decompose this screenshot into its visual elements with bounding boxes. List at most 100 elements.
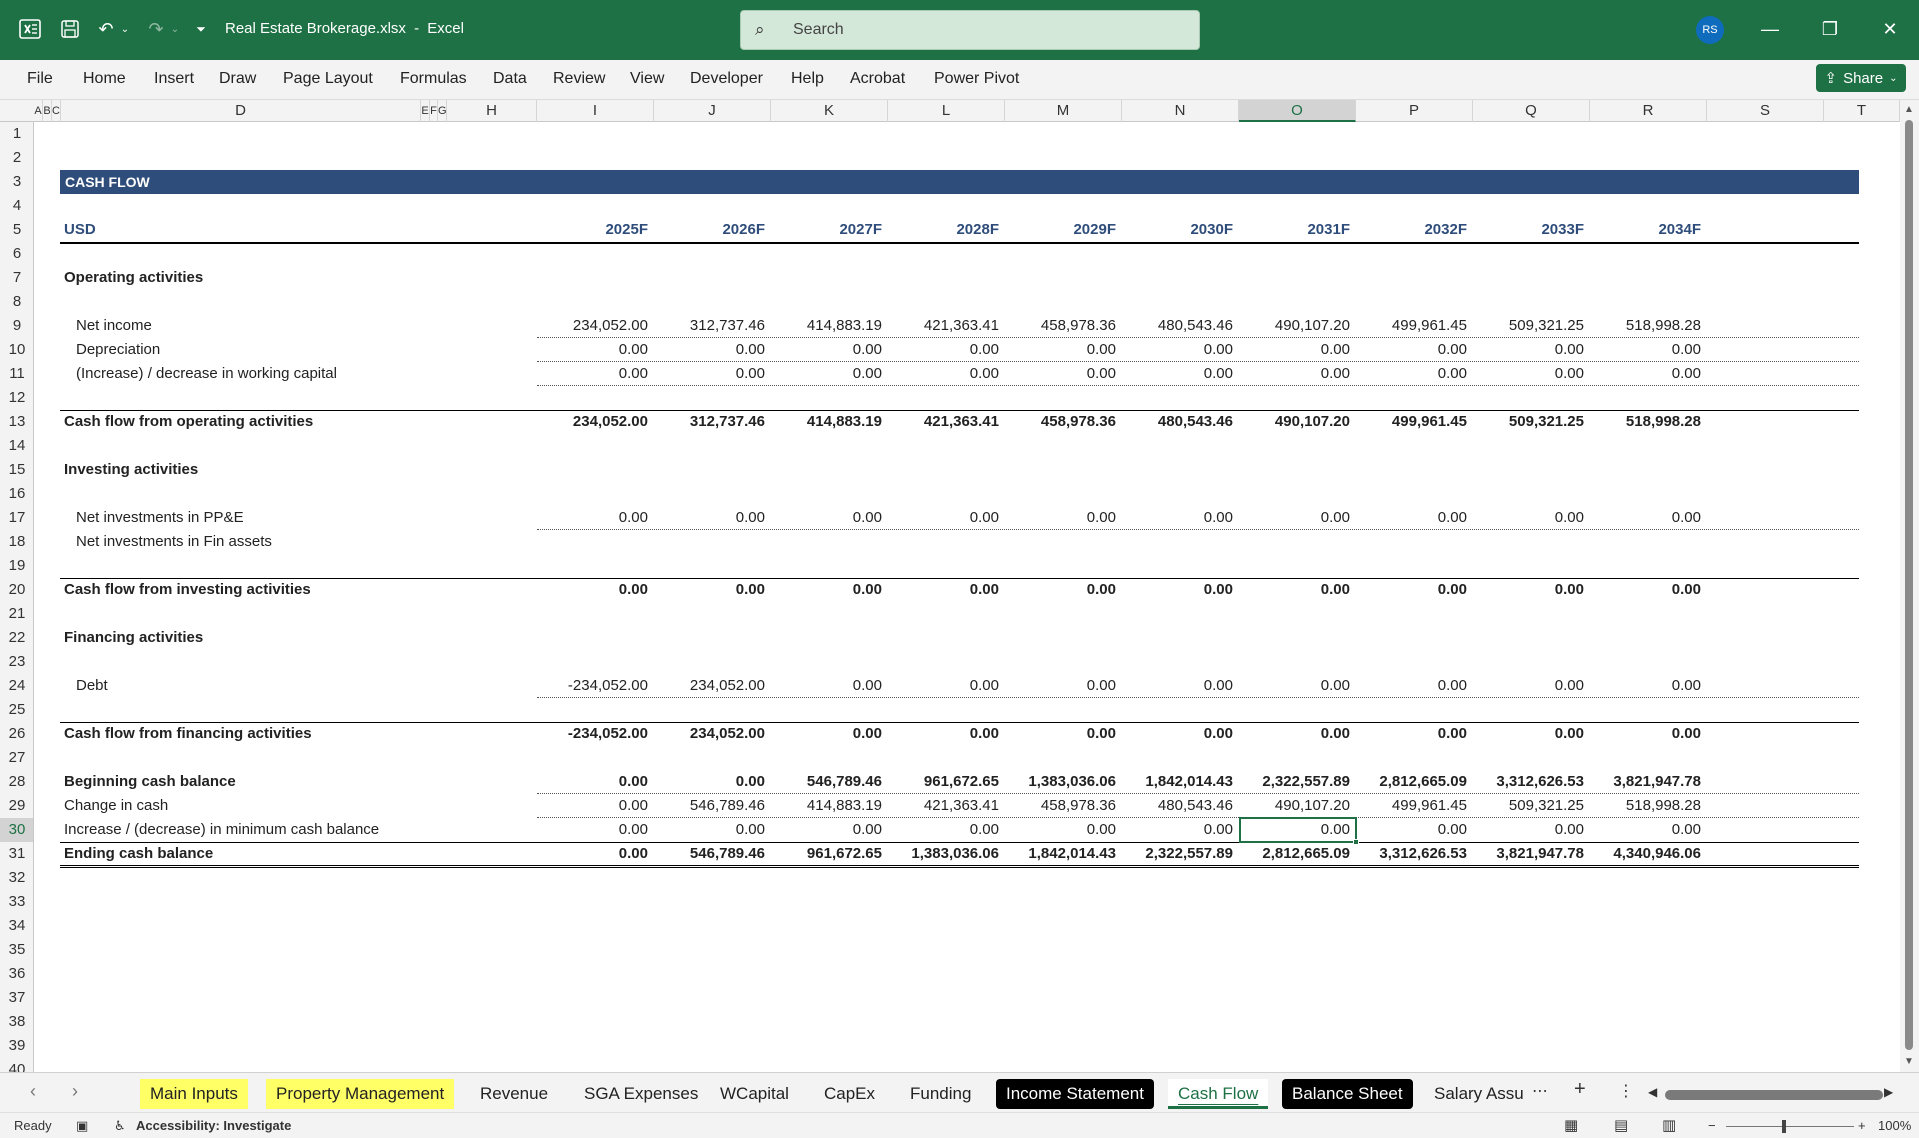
value-cell[interactable]: 480,543.46: [1122, 314, 1236, 338]
value-cell[interactable]: 961,672.65: [888, 770, 1002, 794]
value-cell[interactable]: 4,340,946.06: [1590, 842, 1704, 866]
value-cell[interactable]: 0.00: [654, 818, 768, 842]
value-cell[interactable]: 0.00: [1356, 362, 1470, 386]
value-cell[interactable]: 0.00: [537, 770, 651, 794]
row-header-active[interactable]: 30: [0, 818, 33, 842]
column-header[interactable]: M: [1005, 100, 1122, 122]
column-header[interactable]: T: [1824, 100, 1900, 122]
row-header[interactable]: 29: [0, 794, 33, 818]
value-cell[interactable]: 0.00: [1005, 338, 1119, 362]
sheet-tab-sga-expenses[interactable]: SGA Expenses: [574, 1079, 708, 1109]
row-header[interactable]: 6: [0, 242, 33, 266]
value-cell[interactable]: 518,998.28: [1590, 794, 1704, 818]
value-cell[interactable]: 2,322,557.89: [1239, 770, 1353, 794]
value-cell[interactable]: 0.00: [654, 362, 768, 386]
value-cell[interactable]: 0.00: [771, 362, 885, 386]
menu-data[interactable]: Data: [493, 70, 527, 88]
active-cell-outline[interactable]: [1239, 817, 1357, 843]
menu-page-layout[interactable]: Page Layout: [283, 70, 373, 88]
worksheet-grid[interactable]: CASH FLOW USD 2025F 2026F 2027F 2028F 2029F 2…: [34, 122, 1900, 1072]
accessibility-icon[interactable]: ♿: [114, 1118, 126, 1134]
row-header[interactable]: 4: [0, 194, 33, 218]
horizontal-scroll-thumb[interactable]: [1665, 1090, 1883, 1100]
value-cell[interactable]: 0.00: [1473, 506, 1587, 530]
sheet-tab-balance-sheet[interactable]: Balance Sheet: [1282, 1079, 1413, 1109]
row-header[interactable]: 12: [0, 386, 33, 410]
value-cell[interactable]: 961,672.65: [771, 842, 885, 866]
value-cell[interactable]: 0.00: [771, 818, 885, 842]
column-header[interactable]: J: [654, 100, 771, 122]
value-cell[interactable]: 0.00: [1590, 506, 1704, 530]
row-header[interactable]: 27: [0, 746, 33, 770]
row-header[interactable]: 25: [0, 698, 33, 722]
value-cell[interactable]: 2,322,557.89: [1122, 842, 1236, 866]
value-cell[interactable]: 490,107.20: [1239, 314, 1353, 338]
value-cell[interactable]: 0.00: [537, 794, 651, 818]
value-cell[interactable]: 0.00: [1473, 674, 1587, 698]
value-cell[interactable]: 3,821,947.78: [1473, 842, 1587, 866]
value-cell[interactable]: 0.00: [1005, 674, 1119, 698]
column-header[interactable]: L: [888, 100, 1005, 122]
value-cell[interactable]: 3,312,626.53: [1356, 842, 1470, 866]
search-input[interactable]: ⌕ Search: [740, 10, 1200, 50]
value-cell[interactable]: 499,961.45: [1356, 794, 1470, 818]
column-header[interactable]: F: [430, 100, 438, 122]
close-icon[interactable]: ✕: [1875, 14, 1905, 44]
value-cell[interactable]: 499,961.45: [1356, 314, 1470, 338]
value-cell[interactable]: 458,978.36: [1005, 410, 1119, 434]
value-cell[interactable]: 0.00: [1239, 338, 1353, 362]
fill-handle[interactable]: [1353, 839, 1359, 845]
value-cell[interactable]: 0.00: [1239, 362, 1353, 386]
value-cell[interactable]: 0.00: [654, 770, 768, 794]
page-break-view-icon[interactable]: ▥: [1662, 1116, 1676, 1134]
zoom-slider[interactable]: [1726, 1126, 1854, 1127]
zoom-out-icon[interactable]: −: [1708, 1118, 1716, 1133]
value-cell[interactable]: 421,363.41: [888, 794, 1002, 818]
menu-acrobat[interactable]: Acrobat: [850, 70, 905, 88]
value-cell[interactable]: 518,998.28: [1590, 314, 1704, 338]
row-header[interactable]: 24: [0, 674, 33, 698]
zoom-level[interactable]: 100%: [1878, 1118, 1911, 1133]
row-header[interactable]: 33: [0, 890, 33, 914]
row-header[interactable]: 20: [0, 578, 33, 602]
column-header[interactable]: Q: [1473, 100, 1590, 122]
row-header[interactable]: 13: [0, 410, 33, 434]
share-button[interactable]: ⇪ Share ⌄: [1816, 64, 1906, 92]
row-header[interactable]: 14: [0, 434, 33, 458]
value-cell[interactable]: 0.00: [888, 674, 1002, 698]
scroll-up-icon[interactable]: ▲: [1904, 104, 1914, 115]
value-cell[interactable]: 0.00: [537, 578, 651, 602]
value-cell[interactable]: 312,737.46: [654, 314, 768, 338]
value-cell[interactable]: 0.00: [654, 578, 768, 602]
value-cell[interactable]: 2,812,665.09: [1239, 842, 1353, 866]
value-cell[interactable]: 0.00: [1590, 722, 1704, 746]
undo-icon[interactable]: ↶: [92, 16, 120, 42]
sheet-tab-salary-assu[interactable]: Salary Assu: [1424, 1079, 1534, 1109]
value-cell[interactable]: 0.00: [1473, 578, 1587, 602]
scroll-down-icon[interactable]: ▼: [1904, 1056, 1914, 1067]
value-cell[interactable]: 0.00: [888, 578, 1002, 602]
row-header[interactable]: 3: [0, 170, 33, 194]
value-cell[interactable]: 0.00: [1356, 722, 1470, 746]
value-cell[interactable]: 546,789.46: [654, 842, 768, 866]
value-cell[interactable]: 1,842,014.43: [1122, 770, 1236, 794]
minimize-icon[interactable]: —: [1755, 14, 1785, 44]
value-cell[interactable]: 234,052.00: [654, 674, 768, 698]
value-cell[interactable]: 0.00: [771, 338, 885, 362]
tab-prev-icon[interactable]: ‹: [30, 1081, 36, 1102]
value-cell[interactable]: 0.00: [1122, 506, 1236, 530]
row-header[interactable]: 39: [0, 1034, 33, 1058]
column-header[interactable]: K: [771, 100, 888, 122]
value-cell[interactable]: 0.00: [1356, 578, 1470, 602]
sheet-tab-funding[interactable]: Funding: [900, 1079, 981, 1109]
value-cell[interactable]: 0.00: [1122, 674, 1236, 698]
value-cell[interactable]: 3,821,947.78: [1590, 770, 1704, 794]
value-cell[interactable]: 0.00: [654, 506, 768, 530]
value-cell[interactable]: 0.00: [1590, 818, 1704, 842]
value-cell[interactable]: 0.00: [1590, 674, 1704, 698]
value-cell[interactable]: 0.00: [771, 506, 885, 530]
value-cell[interactable]: 1,383,036.06: [1005, 770, 1119, 794]
value-cell[interactable]: 0.00: [1590, 338, 1704, 362]
menu-formulas[interactable]: Formulas: [400, 70, 467, 88]
zoom-in-icon[interactable]: +: [1858, 1118, 1866, 1133]
